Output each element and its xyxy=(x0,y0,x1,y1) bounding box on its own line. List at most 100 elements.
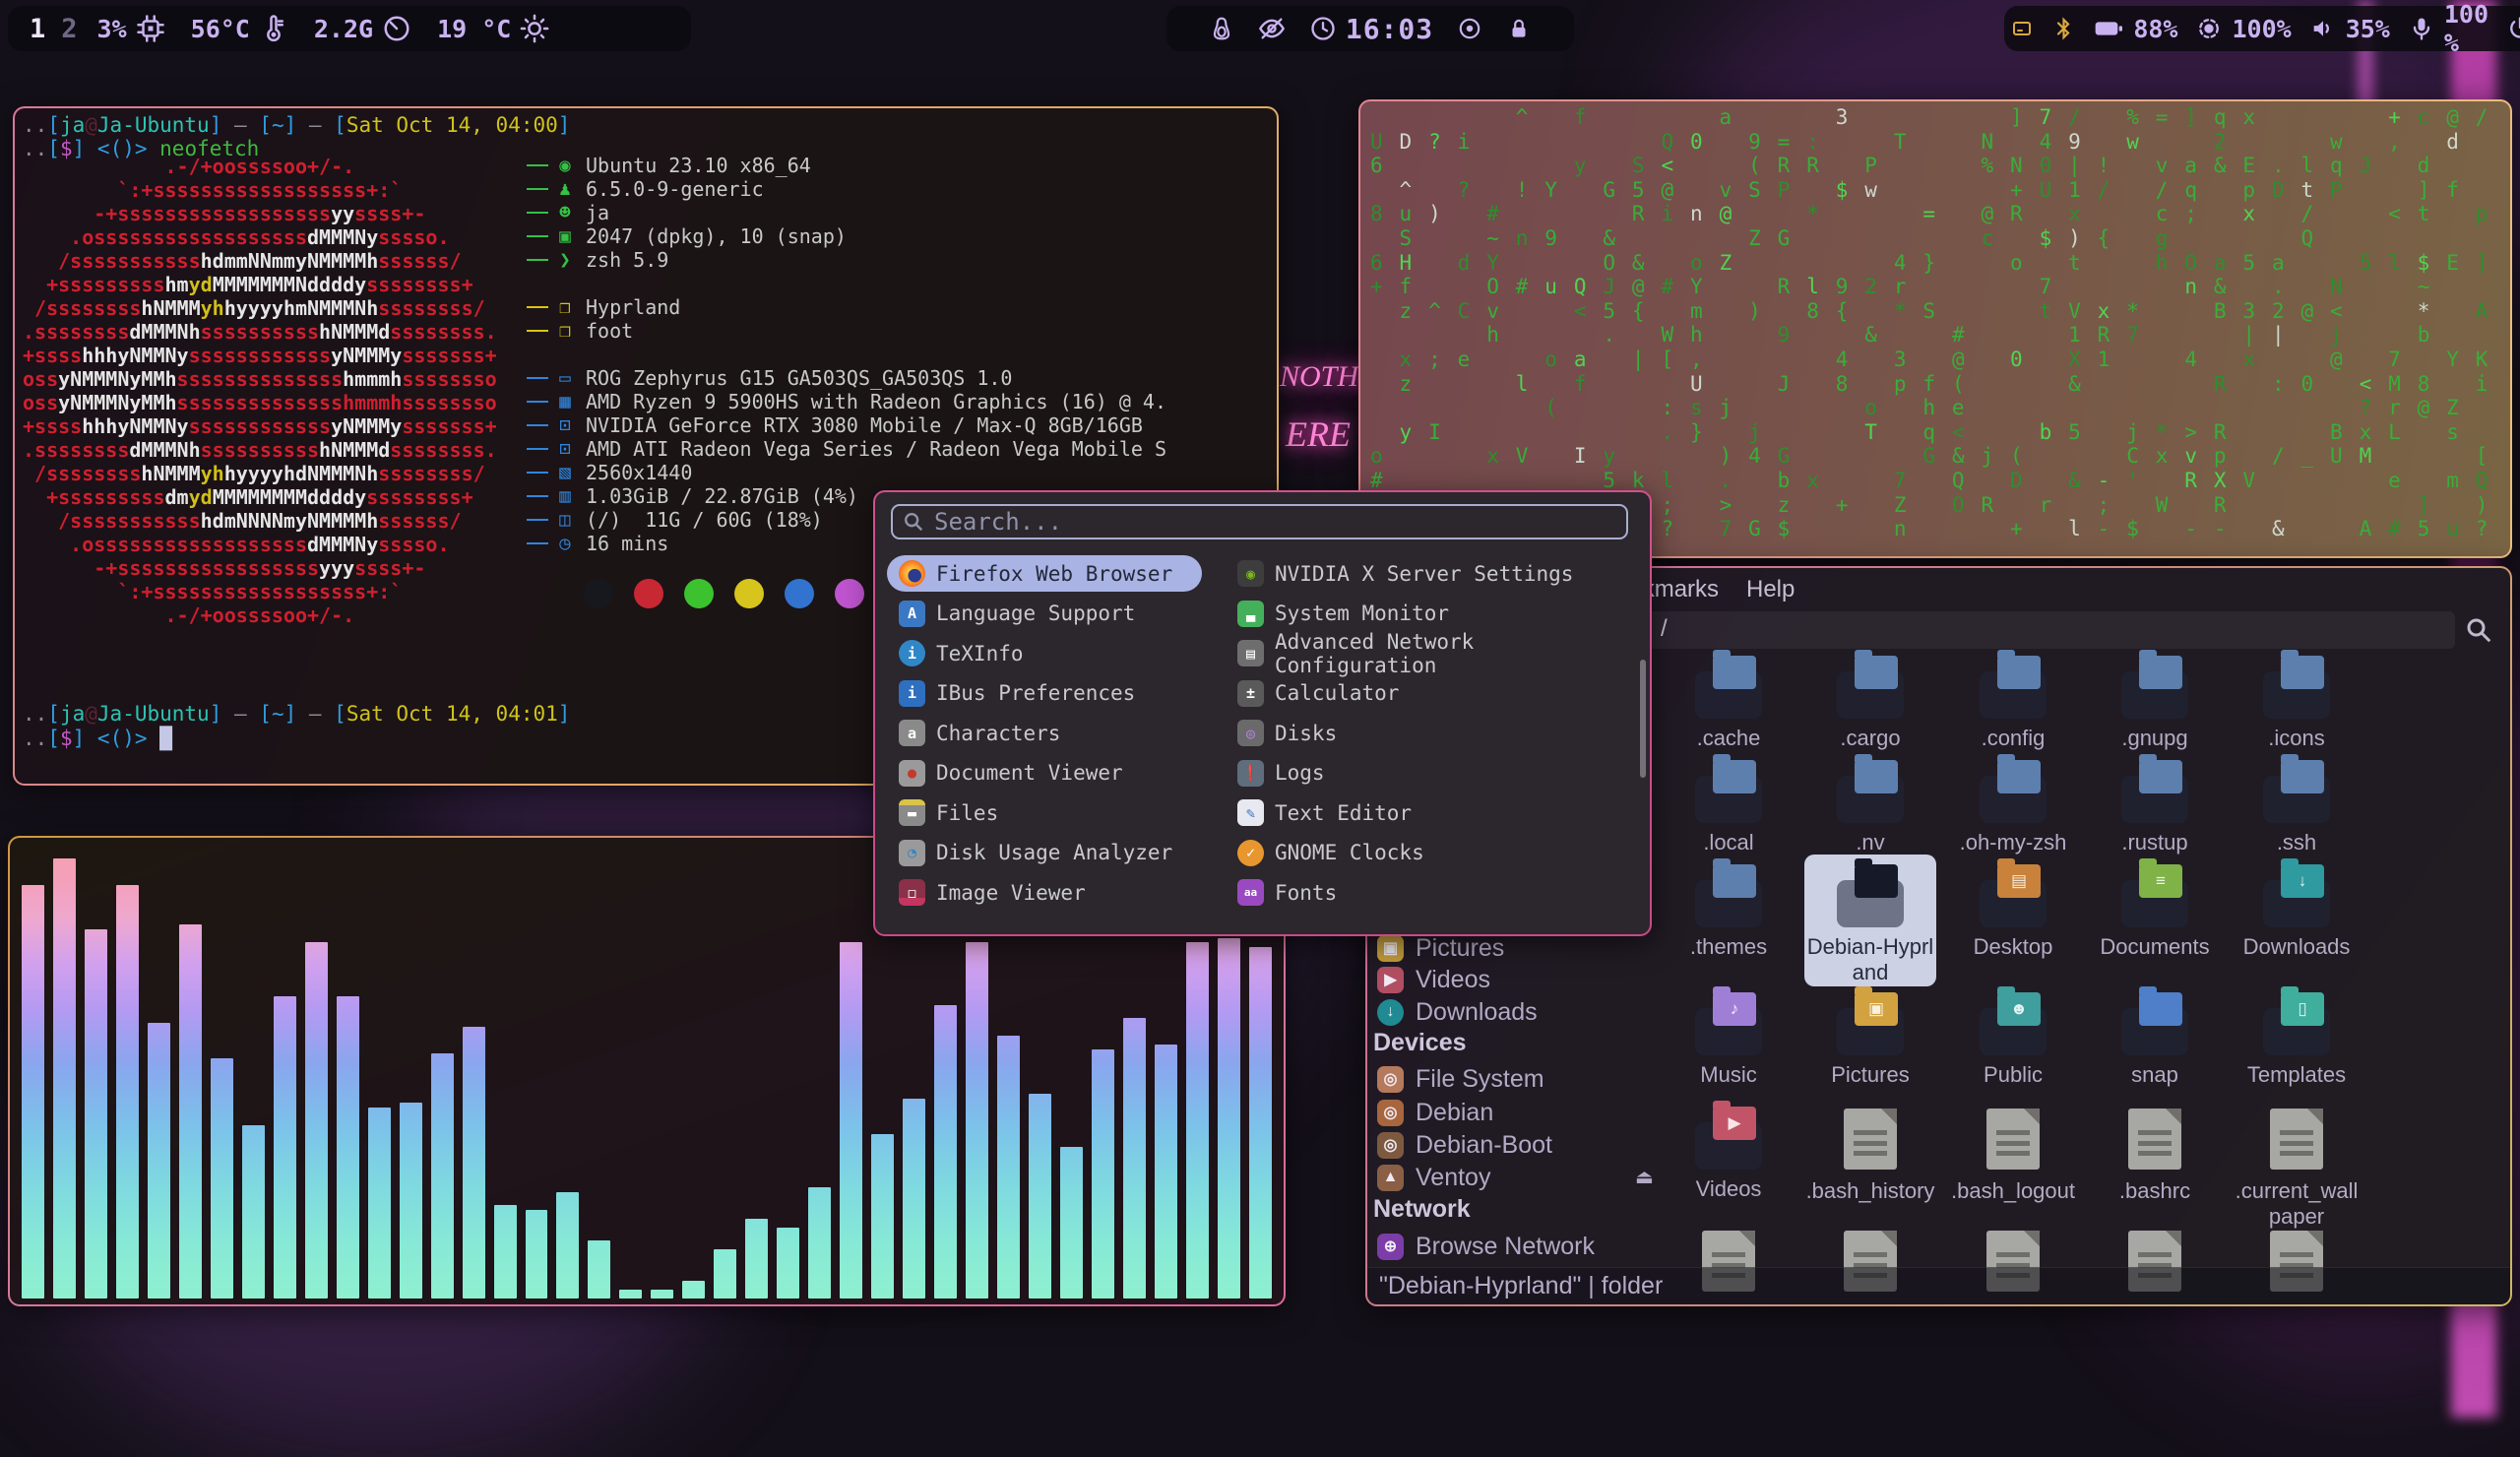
power-module[interactable] xyxy=(2506,15,2520,42)
sidebar-item-label: Debian-Boot xyxy=(1416,1131,1552,1160)
laptop-icon: ▭ xyxy=(552,367,578,389)
launcher-item-files[interactable]: ▬Files xyxy=(887,794,1010,831)
launcher-item-advanced-network-configuration[interactable]: ▤Advanced Network Configuration xyxy=(1226,635,1650,671)
file-item-dot-icons[interactable]: .icons xyxy=(2226,656,2367,751)
file-item-Downloads[interactable]: ↓Downloads xyxy=(2226,864,2367,960)
file-item-Pictures[interactable]: ▣Pictures xyxy=(1799,992,1941,1088)
bluetooth-module[interactable] xyxy=(2051,17,2075,40)
launcher-item-ibus-preferences[interactable]: iIBus Preferences xyxy=(887,675,1147,712)
launcher-item-disks[interactable]: ◎Disks xyxy=(1226,715,1349,751)
file-item-label: .local xyxy=(1658,830,1799,855)
file-item-dot-cargo[interactable]: .cargo xyxy=(1799,656,1941,751)
clock-module[interactable]: 16:03 xyxy=(1309,13,1433,45)
neofetch-info-row: ◉Ubuntu 23.10 x86_64 xyxy=(527,154,1166,177)
neofetch-ascii-art: .-/+oossssoo+/-. `:+ssssssssssssssssss+:… xyxy=(23,155,497,627)
file-item-Debian-Hyprland[interactable]: Debian-Hyprland xyxy=(1799,864,1941,985)
visualizer-bar-21 xyxy=(682,1281,705,1299)
tree-line xyxy=(527,472,548,474)
file-item-Documents[interactable]: ≡Documents xyxy=(2084,864,2226,960)
palette-color-4 xyxy=(785,579,814,608)
file-item-snap[interactable]: snap xyxy=(2084,992,2226,1088)
workspace-button-1[interactable]: 1 xyxy=(30,14,45,44)
launcher-item-logs[interactable]: ❗Logs xyxy=(1226,755,1337,792)
info-text: 2560x1440 xyxy=(586,461,692,484)
record-icon[interactable] xyxy=(1457,16,1482,41)
file-item-dot-rustup[interactable]: .rustup xyxy=(2084,760,2226,855)
sidebar-item-debian-boot[interactable]: ◎Debian-Boot xyxy=(1377,1129,1552,1161)
microphone-module[interactable]: 100 % xyxy=(2408,0,2488,57)
wm-icon: ❐ xyxy=(552,296,578,318)
launcher-search-input[interactable] xyxy=(932,507,1616,537)
volume-module[interactable]: 35% xyxy=(2309,15,2390,43)
file-item-dot-oh-my-zsh[interactable]: .oh-my-zsh xyxy=(1942,760,2084,855)
info-gap xyxy=(527,272,1166,295)
sidebar-item-debian[interactable]: ◎Debian xyxy=(1377,1097,1493,1128)
file-item-Videos[interactable]: ▶Videos xyxy=(1658,1107,1799,1202)
file-item-Templates[interactable]: ▯Templates xyxy=(2226,992,2367,1088)
lock-icon[interactable] xyxy=(1506,16,1532,41)
eject-button[interactable]: ⏏ xyxy=(1635,1165,1654,1189)
launcher-item-text-editor[interactable]: ✎Text Editor xyxy=(1226,794,1423,831)
search-icon[interactable] xyxy=(2464,615,2493,650)
file-item-Music[interactable]: ♪Music xyxy=(1658,992,1799,1088)
folder-glyph: ☻ xyxy=(1997,992,2041,1026)
visualizer-bar-36 xyxy=(1155,1045,1177,1299)
file-item-dot-bash_history[interactable]: .bash_history xyxy=(1799,1107,1941,1204)
sidebar-item-browse-network[interactable]: ⊕Browse Network xyxy=(1377,1231,1595,1262)
file-item-dot-current_wallpaper[interactable]: .current_wallpaper xyxy=(2226,1107,2367,1230)
menu-help[interactable]: Help xyxy=(1746,576,1795,603)
launcher-item-label: Language Support xyxy=(936,602,1135,625)
tree-line xyxy=(527,306,548,308)
tree-line xyxy=(527,401,548,403)
launcher-item-nvidia-x-server-settings[interactable]: ◉NVIDIA X Server Settings xyxy=(1226,555,1585,592)
folder-icon xyxy=(1823,656,1918,719)
file-item-dot-local[interactable]: .local xyxy=(1658,760,1799,855)
launcher-item-image-viewer[interactable]: ◻Image Viewer xyxy=(887,874,1098,911)
file-item-Desktop[interactable]: ▤Desktop xyxy=(1942,864,2084,960)
sidebar-item-videos[interactable]: ▶Videos xyxy=(1377,964,1490,995)
file-item-dot-bash_logout[interactable]: .bash_logout xyxy=(1942,1107,2084,1204)
launcher-item-characters[interactable]: aCharacters xyxy=(887,715,1072,751)
visualizer-bar-13 xyxy=(431,1053,454,1299)
launcher-item-system-monitor[interactable]: ▃System Monitor xyxy=(1226,596,1461,632)
launcher-item-document-viewer[interactable]: ●Document Viewer xyxy=(887,755,1135,792)
sidebar-item-label: Debian xyxy=(1416,1099,1493,1127)
sidebar-item-file-system[interactable]: ◎File System xyxy=(1377,1063,1544,1095)
tux-icon[interactable] xyxy=(1209,16,1234,41)
workspace-button-2[interactable]: 2 xyxy=(61,14,77,44)
launcher-item-gnome-clocks[interactable]: ✓GNOME Clocks xyxy=(1226,835,1436,871)
file-item-dot-cache[interactable]: .cache xyxy=(1658,656,1799,751)
eye-off-icon[interactable] xyxy=(1258,15,1286,42)
launcher-item-disk-usage-analyzer[interactable]: ◔Disk Usage Analyzer xyxy=(887,835,1184,871)
file-item-dot-themes[interactable]: .themes xyxy=(1658,864,1799,960)
launcher-item-language-support[interactable]: ALanguage Support xyxy=(887,596,1147,632)
sun-module: 19 °C xyxy=(437,14,549,43)
file-item-dot-ssh[interactable]: .ssh xyxy=(2226,760,2367,855)
launcher-search-box[interactable] xyxy=(891,504,1628,539)
file-item-dot-nv[interactable]: .nv xyxy=(1799,760,1941,855)
folder-icon xyxy=(2249,760,2344,823)
sidebar-item-pictures[interactable]: ▣Pictures xyxy=(1377,932,1504,964)
file-item-dot-bashrc[interactable]: .bashrc xyxy=(2084,1107,2226,1204)
status-bar: "Debian-Hyprland" | folder xyxy=(1367,1267,2510,1304)
file-icon xyxy=(2108,1109,2202,1172)
sidebar-item-ventoy[interactable]: ▲Ventoy xyxy=(1377,1162,1490,1193)
file-item-dot-gnupg[interactable]: .gnupg xyxy=(2084,656,2226,751)
fonts-icon: aa xyxy=(1237,879,1264,906)
launcher-item-calculator[interactable]: ±Calculator xyxy=(1226,675,1411,712)
launcher-item-firefox-web-browser[interactable]: Firefox Web Browser xyxy=(887,555,1202,592)
thermometer-module: 56°C xyxy=(191,14,288,43)
tray-module[interactable] xyxy=(2010,17,2034,40)
shell-icon: ❯ xyxy=(552,249,578,271)
sidebar-item-downloads[interactable]: ↓Downloads xyxy=(1377,996,1538,1028)
file-item-dot-config[interactable]: .config xyxy=(1942,656,2084,751)
shell-cursor-line[interactable]: ..[$] <()> █ xyxy=(23,727,172,750)
brightness-module[interactable]: 100% xyxy=(2195,15,2291,43)
file-item-Public[interactable]: ☻Public xyxy=(1942,992,2084,1088)
visualizer-bar-5 xyxy=(179,924,202,1299)
battery-module[interactable]: 88% xyxy=(2093,13,2177,44)
launcher-item-fonts[interactable]: aaFonts xyxy=(1226,874,1349,911)
disks-icon: ◎ xyxy=(1237,720,1264,746)
launcher-scrollbar-thumb[interactable] xyxy=(1640,660,1646,778)
launcher-item-texinfo[interactable]: iTeXInfo xyxy=(887,635,1036,671)
